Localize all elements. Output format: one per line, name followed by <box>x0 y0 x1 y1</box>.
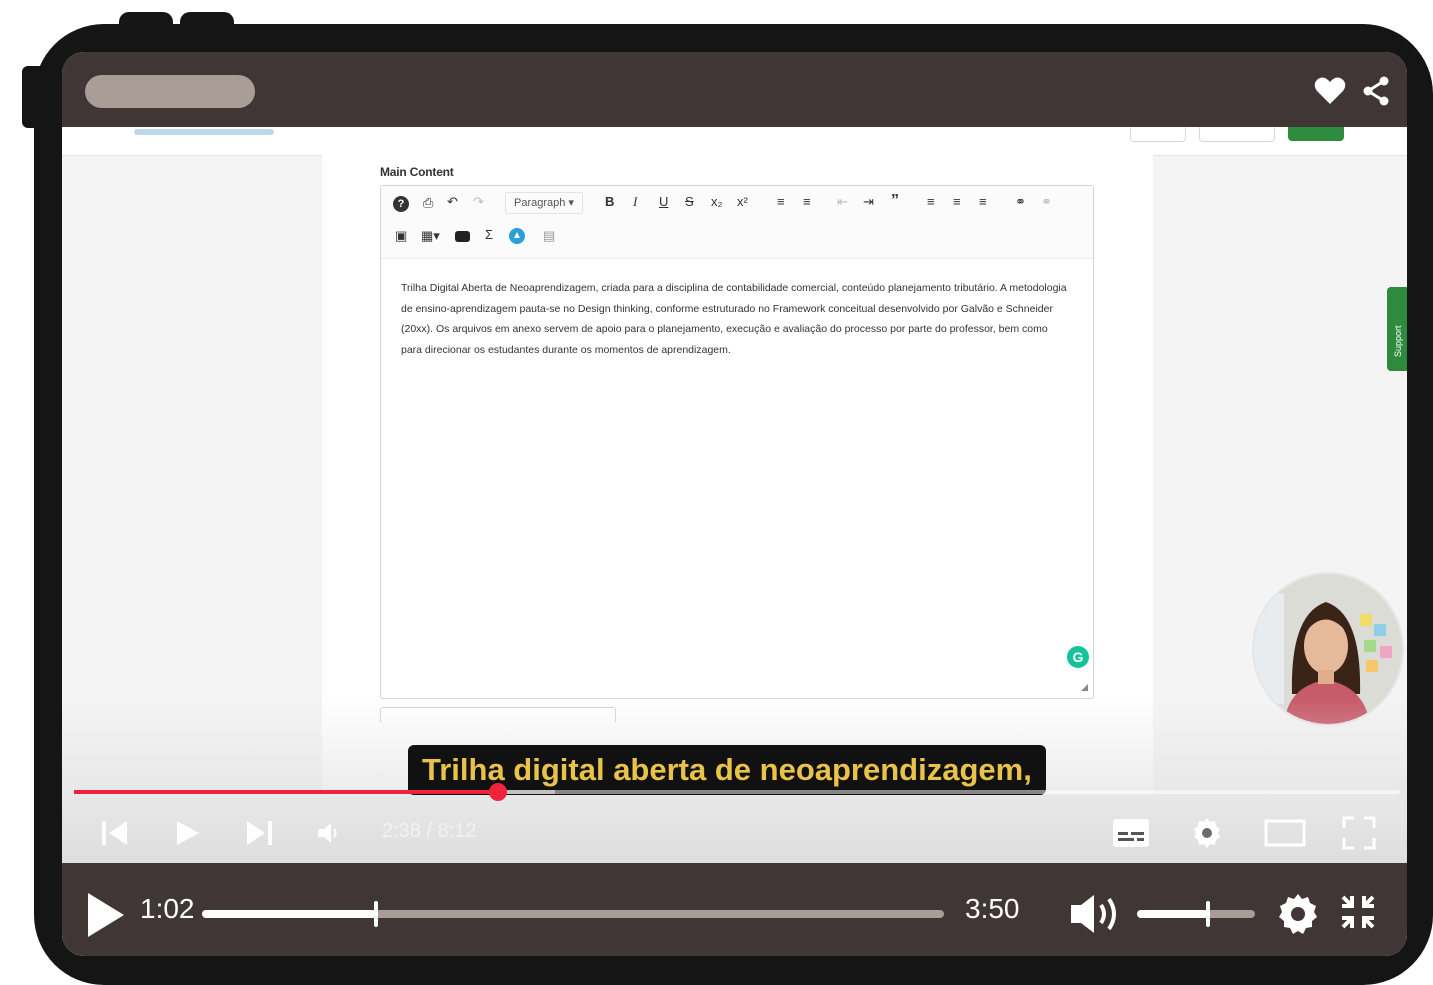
paragraph-dropdown-label: Paragraph <box>514 197 566 209</box>
device-bump-right <box>180 12 234 42</box>
next-icon[interactable] <box>244 818 274 853</box>
previous-icon[interactable] <box>100 818 130 853</box>
help-icon[interactable]: ? <box>393 196 409 212</box>
redo-icon[interactable]: ↷ <box>473 194 484 210</box>
italic-icon[interactable]: I <box>633 194 637 210</box>
align-center-icon[interactable]: ≡ <box>953 194 961 209</box>
undo-icon[interactable]: ↶ <box>447 194 458 210</box>
resize-handle-icon[interactable] <box>1081 684 1088 691</box>
yt-fullscreen-icon[interactable] <box>1342 816 1376 855</box>
save-button-ghost <box>1130 127 1186 142</box>
theater-mode-icon[interactable] <box>1264 818 1306 853</box>
current-time: 1:02 <box>140 893 195 924</box>
volume-icon[interactable] <box>1068 893 1128 940</box>
align-right-icon[interactable]: ≡ <box>979 194 987 209</box>
indent-icon[interactable]: ⇥ <box>863 194 874 210</box>
video-embed-icon[interactable] <box>455 231 470 242</box>
superscript-icon[interactable]: x² <box>737 194 748 209</box>
yt-scrubber-handle[interactable] <box>489 783 507 801</box>
volume-slider-thumb[interactable] <box>1205 901 1210 927</box>
device-side-button <box>22 66 52 128</box>
ordered-list-icon[interactable]: ≡ <box>777 194 785 209</box>
duration-time: 3:50 <box>965 893 1020 924</box>
top-bar <box>62 52 1407 127</box>
preview-button-ghost <box>1199 127 1275 142</box>
header-link-blurred <box>134 129 274 135</box>
link-icon[interactable]: ⚭ <box>1015 194 1026 210</box>
chart-icon[interactable]: ▤ <box>543 228 555 244</box>
editor-body-text[interactable]: Trilha Digital Aberta de Neoaprendizagem… <box>401 278 1069 360</box>
formula-icon[interactable]: Σ <box>485 227 493 242</box>
subtitles-icon[interactable] <box>1112 816 1150 855</box>
play-icon[interactable] <box>174 818 202 853</box>
bold-icon[interactable]: B <box>605 194 614 209</box>
yt-progress-played <box>74 790 498 794</box>
unlink-icon[interactable]: ⚭ <box>1041 194 1052 210</box>
subscript-icon[interactable]: x₂ <box>711 194 723 209</box>
outdent-icon[interactable]: ⇤ <box>837 194 848 210</box>
device-bump-left <box>119 12 173 42</box>
volume-slider-fill <box>1137 910 1208 918</box>
seek-bar-thumb[interactable] <box>374 901 379 927</box>
main-content-label: Main Content <box>380 165 454 179</box>
grammarly-icon[interactable]: G <box>1067 646 1089 668</box>
share-icon[interactable] <box>1362 76 1390 112</box>
exit-fullscreen-icon[interactable] <box>1340 894 1376 935</box>
paragraph-dropdown[interactable]: Paragraph ▾ <box>505 192 583 214</box>
strikethrough-icon[interactable]: S <box>685 194 694 209</box>
settings-icon[interactable] <box>1276 892 1320 941</box>
next-button-ghost <box>1288 127 1344 141</box>
image-icon[interactable]: ▣ <box>395 228 407 244</box>
support-tab[interactable]: Support <box>1387 287 1407 371</box>
rich-text-editor[interactable]: ? ⎙ ↶ ↷ Paragraph ▾ B I U S x₂ x² ≡ ≡ ⇤ … <box>380 185 1094 699</box>
blockquote-icon[interactable]: ” <box>891 192 899 210</box>
underline-icon[interactable]: U <box>659 194 668 209</box>
editor-toolbar: ? ⎙ ↶ ↷ Paragraph ▾ B I U S x₂ x² ≡ ≡ ⇤ … <box>381 186 1093 259</box>
title-placeholder-pill <box>85 75 255 108</box>
bottom-control-bar: 1:02 3:50 <box>62 863 1407 956</box>
seek-bar-fill <box>202 910 377 918</box>
align-left-icon[interactable]: ≡ <box>927 194 935 209</box>
player-screen: Main Content ? ⎙ ↶ ↷ Paragraph ▾ B I U S… <box>62 52 1407 956</box>
table-icon[interactable]: ▦▾ <box>421 228 440 244</box>
bullet-list-icon[interactable]: ≡ <box>803 194 811 209</box>
paste-icon[interactable]: ⎙ <box>423 195 433 211</box>
page-header <box>62 127 1407 156</box>
yt-settings-icon[interactable] <box>1190 816 1224 855</box>
media-icon[interactable]: ▲ <box>509 228 525 244</box>
yt-volume-icon[interactable] <box>316 820 344 851</box>
play-button[interactable] <box>86 891 126 944</box>
yt-time-display: 2:38 / 8:12 <box>382 820 477 842</box>
heart-icon[interactable] <box>1314 76 1346 112</box>
